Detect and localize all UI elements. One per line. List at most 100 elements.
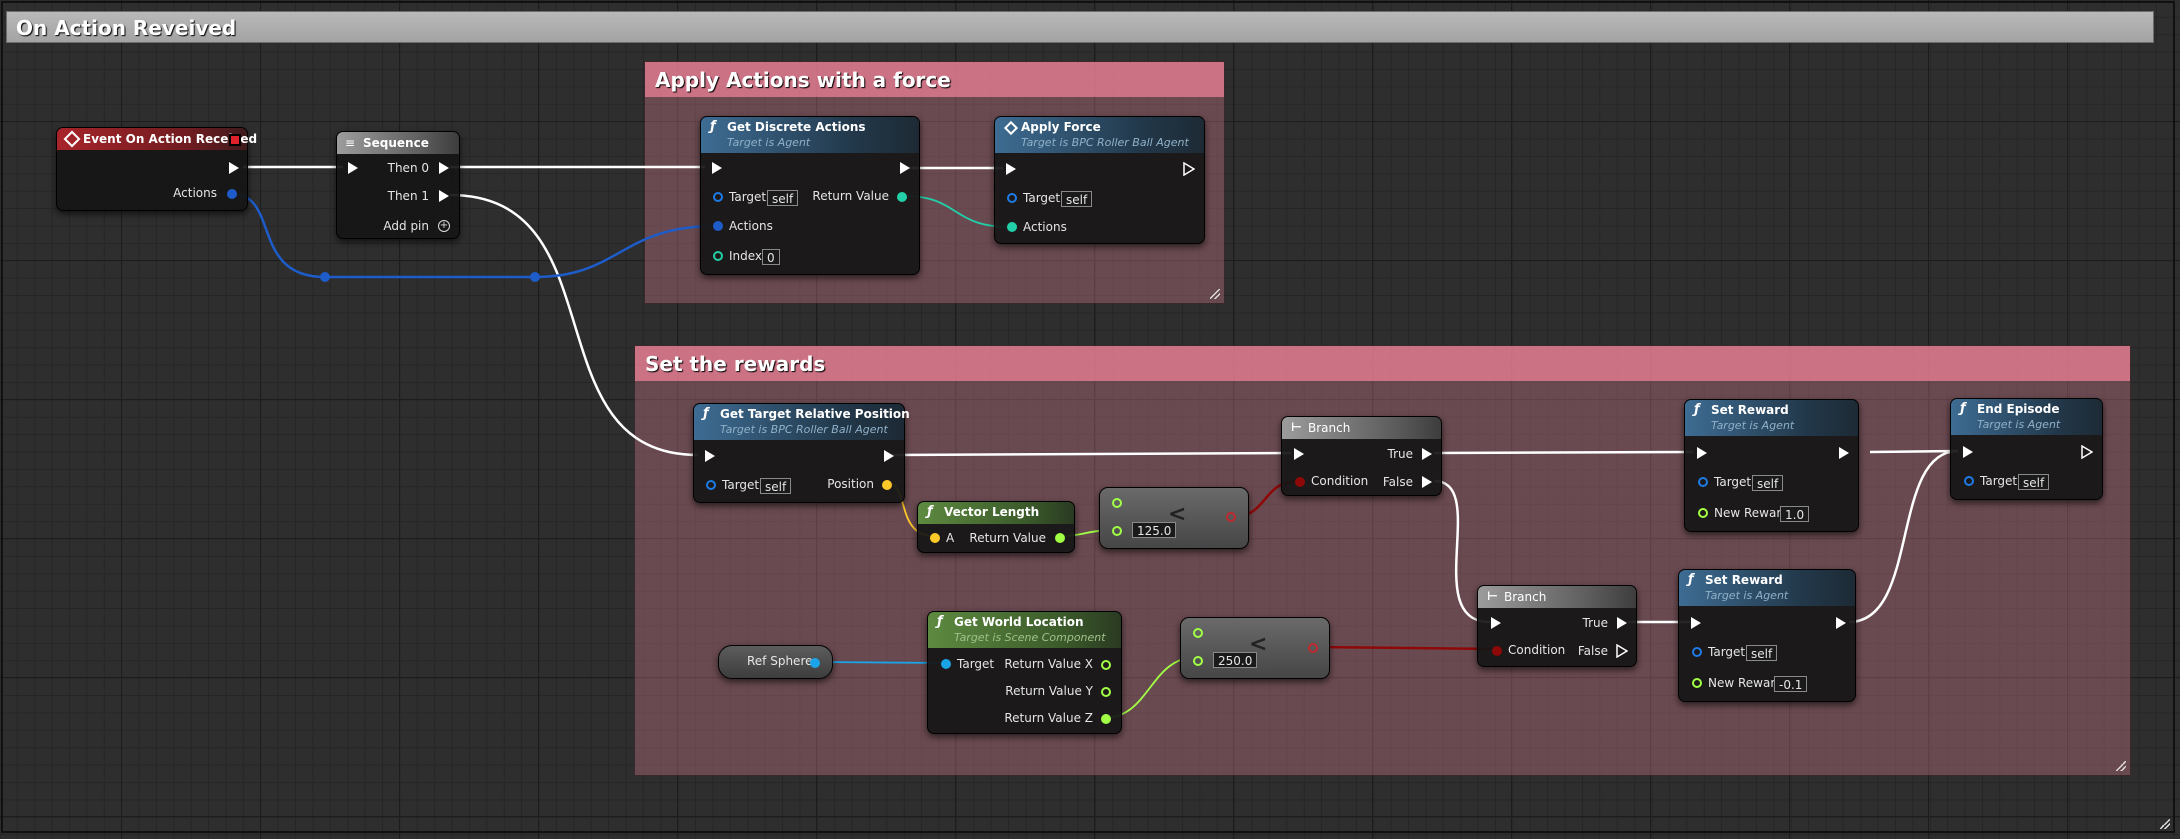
- add-pin-icon[interactable]: +: [438, 220, 450, 232]
- delegate-pin-icon[interactable]: [229, 134, 241, 146]
- new-reward-pin[interactable]: [1698, 508, 1708, 518]
- result-pin[interactable]: [1226, 512, 1236, 522]
- target-pin[interactable]: [713, 192, 723, 202]
- target-self-field[interactable]: self: [760, 478, 792, 494]
- target-pin[interactable]: [1698, 477, 1708, 487]
- then1-exec-pin[interactable]: [439, 190, 449, 202]
- exec-in-pin[interactable]: [1491, 617, 1501, 629]
- exec-out-pin[interactable]: [2081, 445, 2093, 459]
- node-header[interactable]: ƒ Set Reward Target is Agent: [1679, 570, 1855, 606]
- target-self-field[interactable]: self: [1061, 191, 1093, 207]
- condition-pin[interactable]: [1295, 477, 1305, 487]
- target-pin[interactable]: [706, 480, 716, 490]
- result-pin[interactable]: [1308, 643, 1318, 653]
- node-header[interactable]: ƒ Vector Length: [918, 502, 1074, 524]
- set-reward-node[interactable]: ƒ Set Reward Target is Agent Target self…: [1684, 399, 1859, 532]
- exec-wire: [892, 451, 1292, 457]
- exec-out-pin[interactable]: [884, 450, 894, 462]
- false-exec-pin[interactable]: [1616, 644, 1628, 658]
- exec-in-pin[interactable]: [1006, 163, 1016, 175]
- sequence-node[interactable]: ≡ Sequence Then 0 Then 1 Add pin +: [336, 131, 460, 239]
- node-header[interactable]: Event On Action Received: [57, 128, 257, 150]
- add-pin-button[interactable]: Add pin: [383, 219, 429, 233]
- node-header[interactable]: ƒ End Episode Target is Agent: [1951, 399, 2102, 435]
- exec-out-pin[interactable]: [900, 162, 910, 174]
- get-target-relative-position-node[interactable]: ƒ Get Target Relative Position Target is…: [693, 403, 910, 503]
- node-header[interactable]: ƒ Set Reward Target is Agent: [1685, 400, 1858, 436]
- exec-in-pin[interactable]: [1294, 448, 1304, 460]
- node-header[interactable]: ƒ Get Discrete Actions Target is Agent: [701, 117, 919, 153]
- true-exec-pin[interactable]: [1617, 617, 1627, 629]
- pin-label-return-z: Return Value Z: [1004, 711, 1093, 725]
- return-x-pin[interactable]: [1101, 660, 1111, 670]
- b-pin[interactable]: [1112, 526, 1122, 536]
- branch-node[interactable]: ⊢ Branch True Condition False: [1281, 416, 1442, 496]
- index-pin[interactable]: [713, 251, 723, 261]
- function-icon: ƒ: [710, 119, 716, 134]
- actions-in-pin[interactable]: [713, 221, 723, 231]
- get-discrete-actions-node[interactable]: ƒ Get Discrete Actions Target is Agent T…: [700, 116, 920, 275]
- exec-in-pin[interactable]: [348, 162, 358, 174]
- false-exec-pin[interactable]: [1422, 476, 1432, 488]
- true-exec-pin[interactable]: [1422, 448, 1432, 460]
- return-y-pin[interactable]: [1101, 687, 1111, 697]
- condition-pin[interactable]: [1492, 646, 1502, 656]
- node-header[interactable]: ƒ Get World Location Target is Scene Com…: [928, 612, 1121, 648]
- target-pin[interactable]: [1964, 476, 1974, 486]
- exec-in-pin[interactable]: [1697, 447, 1707, 459]
- index-field[interactable]: 0: [762, 249, 780, 265]
- node-header[interactable]: ⊢ Branch: [1478, 586, 1636, 608]
- apply-force-node[interactable]: Apply Force Target is BPC Roller Ball Ag…: [994, 116, 1205, 244]
- less-than-symbol: <: [1168, 502, 1187, 527]
- a-pin[interactable]: [930, 533, 940, 543]
- exec-in-pin[interactable]: [712, 162, 722, 174]
- event-on-action-received-node[interactable]: Event On Action Received Actions: [56, 127, 257, 211]
- new-reward-field[interactable]: 1.0: [1780, 506, 1810, 522]
- branch-node[interactable]: ⊢ Branch True Condition False: [1477, 585, 1637, 667]
- target-self-field[interactable]: self: [2018, 474, 2050, 490]
- return-value-pin[interactable]: [1055, 533, 1065, 543]
- target-pin[interactable]: [941, 659, 951, 669]
- new-reward-pin[interactable]: [1692, 678, 1702, 688]
- target-pin[interactable]: [1692, 647, 1702, 657]
- new-reward-field[interactable]: -0.1: [1774, 676, 1808, 692]
- branch-icon: ⊢: [1487, 589, 1498, 603]
- exec-out-pin[interactable]: [1839, 447, 1849, 459]
- exec-in-pin[interactable]: [1963, 446, 1973, 458]
- less-than-node[interactable]: 125.0 <: [1099, 487, 1249, 549]
- actions-out-pin[interactable]: [227, 189, 237, 199]
- exec-out-pin[interactable]: [229, 162, 239, 174]
- ref-sphere-pin[interactable]: [810, 658, 820, 668]
- graph-resize-grip-icon[interactable]: [2160, 819, 2170, 829]
- node-header[interactable]: Apply Force Target is BPC Roller Ball Ag…: [995, 117, 1204, 153]
- exec-out-pin[interactable]: [1836, 617, 1846, 629]
- target-self-field[interactable]: self: [767, 190, 799, 206]
- target-pin[interactable]: [1007, 193, 1017, 203]
- actions-in-pin[interactable]: [1007, 222, 1017, 232]
- exec-out-pin[interactable]: [1183, 162, 1195, 176]
- function-icon: ƒ: [703, 406, 709, 421]
- get-world-location-node[interactable]: ƒ Get World Location Target is Scene Com…: [927, 611, 1122, 734]
- end-episode-node[interactable]: ƒ End Episode Target is Agent Target sel…: [1950, 398, 2103, 500]
- exec-in-pin[interactable]: [1691, 617, 1701, 629]
- set-reward-node[interactable]: ƒ Set Reward Target is Agent Target self…: [1678, 569, 1856, 702]
- a-pin[interactable]: [1112, 498, 1122, 508]
- exec-in-pin[interactable]: [705, 450, 715, 462]
- exec-wire: [1848, 449, 1959, 624]
- return-value-pin[interactable]: [897, 192, 907, 202]
- ref-sphere-node[interactable]: Ref Sphere: [718, 645, 833, 679]
- node-header[interactable]: ƒ Get Target Relative Position Target is…: [694, 404, 910, 440]
- target-self-field[interactable]: self: [1752, 475, 1784, 491]
- vector-length-node[interactable]: ƒ Vector Length A Return Value: [917, 501, 1075, 553]
- node-header[interactable]: ⊢ Branch: [1282, 417, 1441, 439]
- pin-label-return-x: Return Value X: [1004, 657, 1093, 671]
- target-self-field[interactable]: self: [1746, 645, 1778, 661]
- return-z-pin[interactable]: [1101, 714, 1111, 724]
- then0-exec-pin[interactable]: [439, 162, 449, 174]
- node-header[interactable]: ≡ Sequence: [337, 132, 459, 154]
- a-pin[interactable]: [1193, 628, 1203, 638]
- position-pin[interactable]: [882, 480, 892, 490]
- function-icon: ƒ: [937, 614, 943, 629]
- b-pin[interactable]: [1193, 656, 1203, 666]
- less-than-node[interactable]: 250.0 <: [1180, 617, 1330, 679]
